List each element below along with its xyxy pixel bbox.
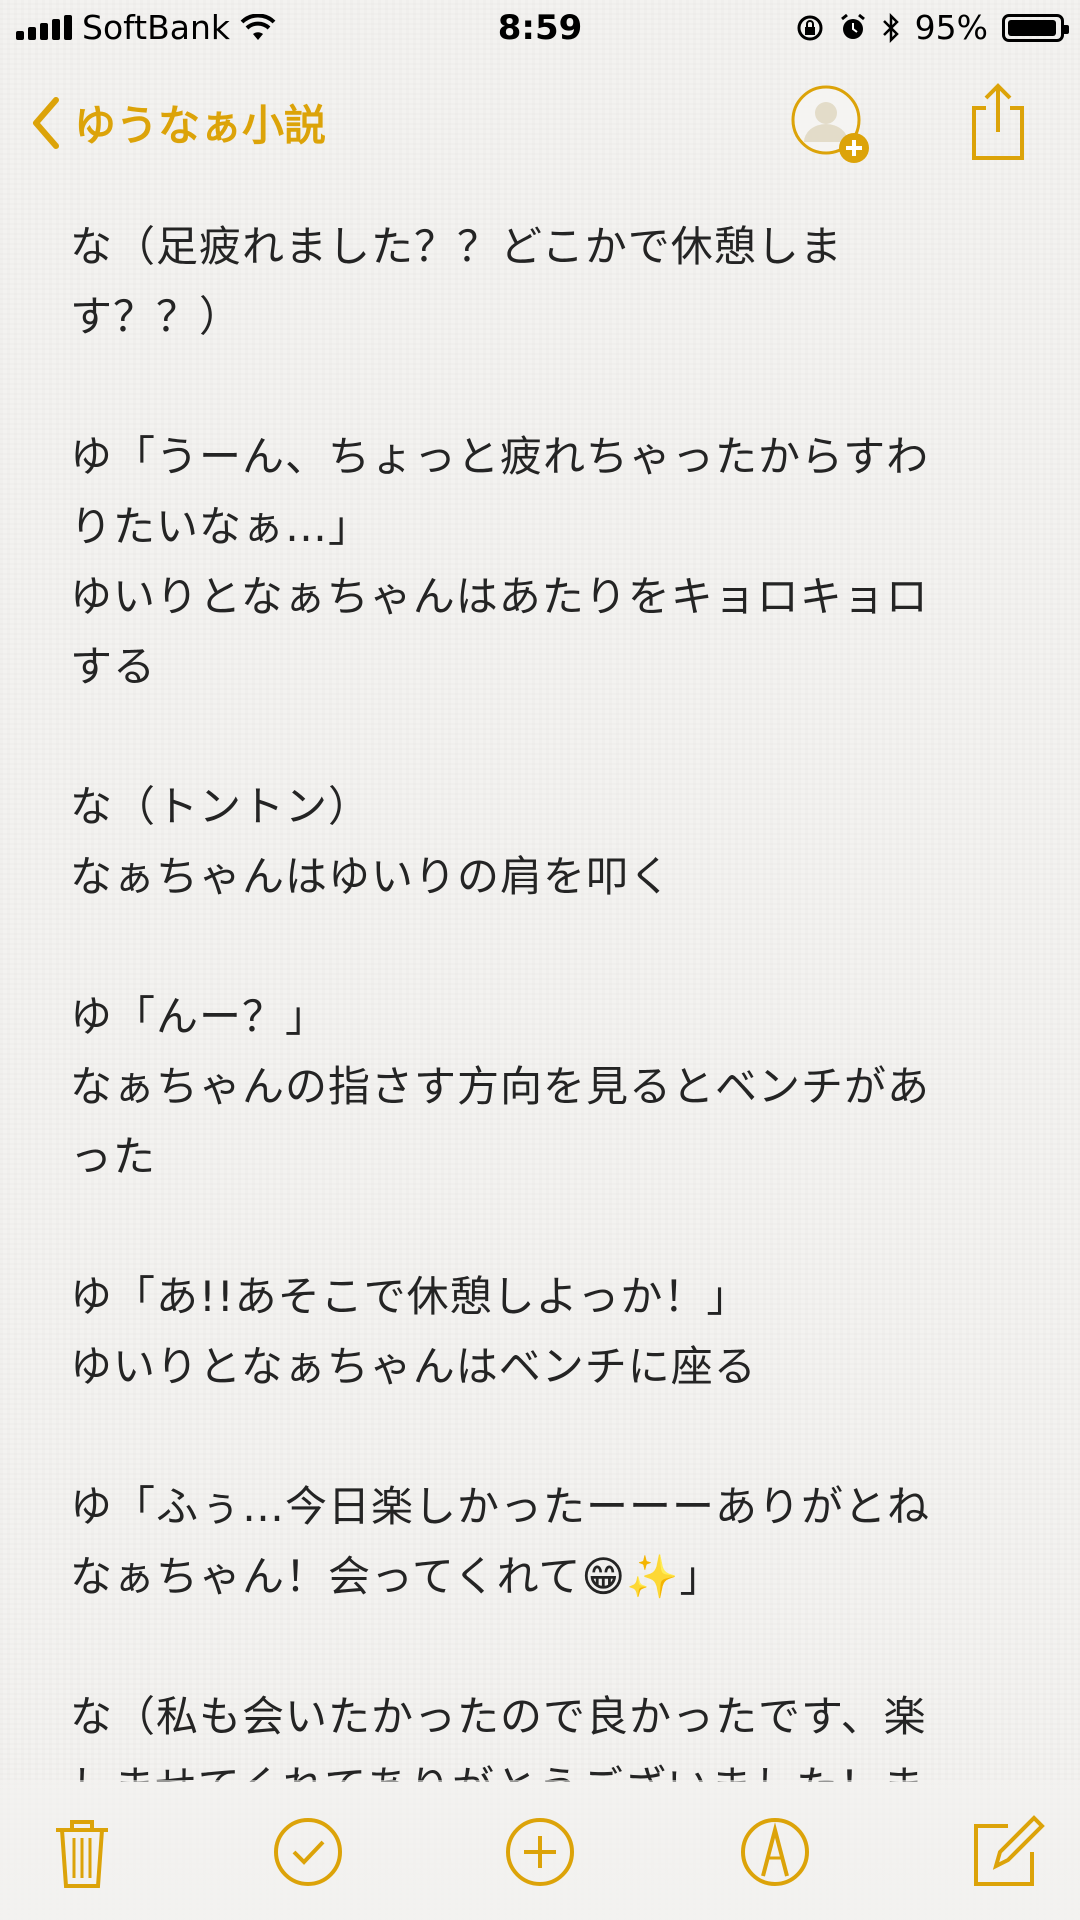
note-line: ゆいりとなぁちゃんはベンチに座る [70,1342,757,1391]
add-button[interactable] [500,1812,580,1892]
note-line [70,352,1020,422]
battery-icon [1002,13,1069,42]
alarm-icon [840,13,865,39]
note-line [70,702,1020,772]
bluetooth-icon [882,12,899,43]
note-line: った [70,1132,157,1181]
note-line [70,1612,1020,1682]
note-line: ゆ「んー？」 [70,992,329,1041]
battery-fill [1008,19,1056,36]
compose-icon [974,1815,1045,1886]
chevron-left-icon [33,96,59,149]
share-button[interactable] [968,82,1028,162]
back-button[interactable]: ゆうなぁ小説 [30,92,326,153]
note-line: ゆ「うーん、ちょっと疲れちゃったからすわ [70,432,930,481]
note-line: な（足疲れました？？どこかで休憩しま [70,222,843,271]
note-line: ゆいりとなぁちゃんはあたりをキョロキョロ [70,572,929,621]
battery-percent: 95% [914,8,988,47]
note-line: す？？） [70,292,243,341]
note-line: ゆ「ふぅ…今日楽しかったーーーありがとね [70,1482,931,1531]
status-bar: SoftBank 8:59 95% [0,0,1080,58]
markup-button[interactable] [735,1812,815,1892]
bottom-toolbar [0,1780,1080,1920]
orientation-lock-icon [797,15,823,40]
note-line [70,1192,1020,1262]
compose-button[interactable] [968,1812,1048,1892]
note-line: する [70,642,157,691]
note-line: な（トントン） [70,782,372,831]
checklist-icon [274,1818,342,1886]
add-person-icon [791,85,869,163]
note-line: なぁちゃんの指さす方向を見るとベンチがあ [70,1062,931,1111]
checklist-button[interactable] [268,1812,348,1892]
back-button-label: ゆうなぁ小説 [74,101,327,150]
markup-icon [741,1818,809,1886]
status-right: 95% [795,8,1069,47]
note-line: しませてくれてありがとうございました！ま [70,1752,1020,1782]
share-icon [972,83,1024,160]
add-person-button[interactable] [790,84,872,166]
note-body[interactable]: な（足疲れました？？どこかで休憩しま す？？） ゆ「うーん、ちょっと疲れちゃったから… [70,212,1020,1782]
note-line: な（私も会いたかったので良かったです、楽 [70,1692,927,1741]
add-icon [506,1818,574,1886]
note-line: なぁちゃんはゆいりの肩を叩く [70,852,673,901]
note-line: ゆ「あ!!あそこで休憩しよっか！」 [70,1272,750,1321]
note-line: なぁちゃん！会ってくれて😁✨」 [70,1552,723,1601]
delete-button[interactable] [42,1812,122,1892]
note-line [70,1402,1020,1472]
note-line: りたいなぁ…」 [70,502,372,551]
nav-bar: ゆうなぁ小説 [0,70,1080,170]
trash-icon [56,1820,108,1888]
note-line [70,912,1020,982]
